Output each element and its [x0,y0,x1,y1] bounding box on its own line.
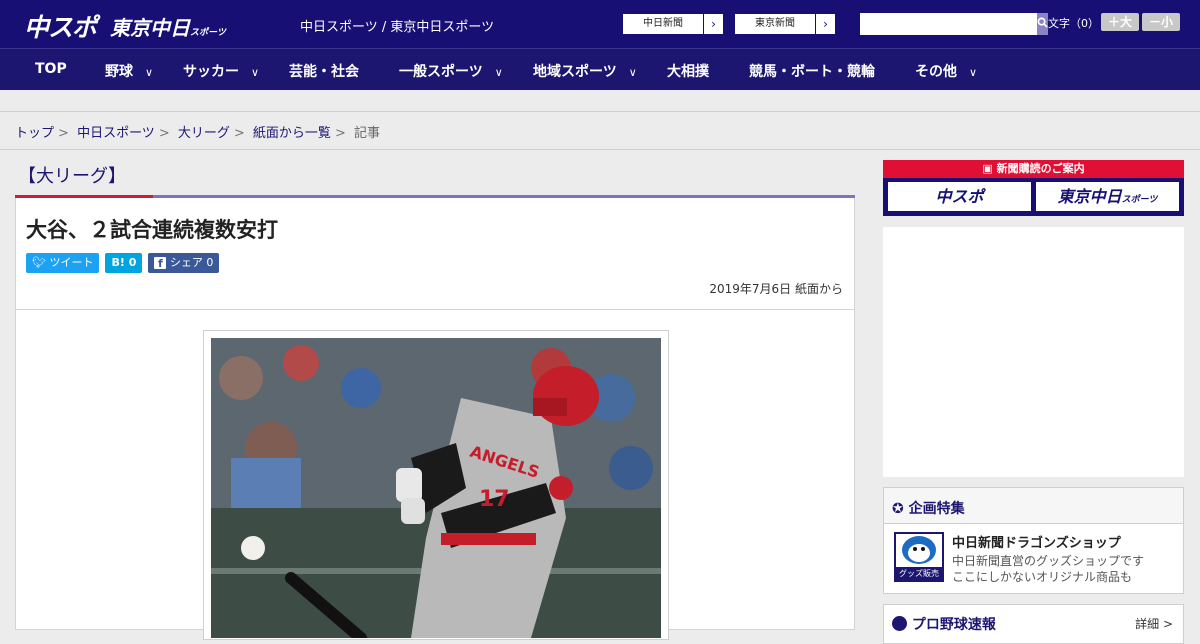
nav-label: 芸能・社会 [289,64,359,80]
edition-label: 中日新聞 [643,18,683,29]
feature-item-desc-1: 中日新聞直営のグッズショップです [952,554,1145,568]
search-input[interactable] [860,13,1037,35]
article-photo-frame: ANGELS 17 [203,330,669,640]
subscription-banner-title: ▣ 新聞購読のご案内 [883,160,1184,178]
chevron-right-icon: › [703,14,723,34]
spacer-band [0,90,1200,112]
nav-label: 野球 [105,64,133,80]
subscription-banner-text: 新聞購読のご案内 [996,162,1085,175]
tokyo-chunichi-logo[interactable]: 東京中日スポーツ [110,12,226,41]
score-detail-link[interactable]: 詳細 > [1135,615,1173,632]
feature-item-title: 中日新聞ドラゴンズショップ [952,536,1121,551]
breadcrumb: トップ > 中日スポーツ > 大リーグ > 紙面から一覧 > 記事 [0,112,1200,150]
nav-item-others[interactable]: その他 ∨ [915,61,977,81]
font-size-label: 文字（0） [1048,17,1099,30]
article-photo[interactable]: ANGELS 17 [211,338,661,638]
feature-heading: ✪ 企画特集 [884,488,1183,524]
breadcrumb-link[interactable]: 紙面から一覧 [253,126,331,141]
tokyo-shimbun-button[interactable]: 東京新聞 › [734,13,836,35]
feature-text: 中日新聞ドラゴンズショップ 中日新聞直営のグッズショップです ここにしかないオリ… [952,532,1144,585]
tokyo-logo-text: 東京中日 [110,16,190,40]
nav-item-general-sports[interactable]: 一般スポーツ ∨ [399,61,503,81]
nav-item-baseball[interactable]: 野球 ∨ [105,61,153,81]
feature-heading-text: 企画特集 [908,501,965,517]
feature-box: ✪ 企画特集 グッズ販売中 中日新聞ドラゴンズショップ 中日新聞直営のグッズショ… [883,487,1184,594]
facebook-share-label: シェア 0 [169,256,214,269]
batter-photo-illustration: ANGELS 17 [211,338,661,638]
feature-item-desc-2: ここにしかないオリジナル商品も [952,570,1133,584]
breadcrumb-link[interactable]: トップ [15,126,54,141]
thumbnail-caption: グッズ販売中 [896,567,942,591]
breadcrumb-separator: > [158,126,170,141]
chevron-down-icon: ∨ [494,66,503,79]
hatena-bookmark-button[interactable]: B! 0 [105,253,143,273]
dragons-shop-thumbnail: グッズ販売中 [894,532,944,591]
search-box [860,13,1048,35]
nav-item-sumo[interactable]: 大相撲 [667,61,709,81]
facebook-icon: f [154,257,167,270]
tokyo-logo-small: スポーツ [190,28,226,38]
header-bar: 中スポ 東京中日スポーツ 中日スポーツ / 東京中日スポーツ 中日新聞 › 東京… [0,0,1200,48]
chevron-down-icon: ∨ [251,66,260,79]
category-heading: 【大リーグ】 [15,150,855,198]
subscribe-tokyo-label: 東京中日 [1057,187,1122,206]
mascot-icon [902,536,936,564]
score-heading: プロ野球速報 [911,617,996,633]
share-buttons: 🐦︎ ツイート B! 0 f シェア 0 [26,253,844,273]
ribbon-icon: ✪ [892,501,904,517]
breadcrumb-link[interactable]: 中日スポーツ [77,126,155,141]
breadcrumb-separator: > [58,126,69,141]
chevron-down-icon: ∨ [628,66,637,79]
search-button[interactable] [1037,13,1048,35]
article-header-card: 大谷、２試合連続複数安打 🐦︎ ツイート B! 0 f シェア 0 2019年7… [15,198,855,310]
article-headline: 大谷、２試合連続複数安打 [26,218,278,242]
subscribe-tokyo-small: スポーツ [1121,195,1158,205]
chunichi-shimbun-button[interactable]: 中日新聞 › [622,13,724,35]
site-title[interactable]: 中日スポーツ / 東京中日スポーツ [300,16,494,35]
twitter-icon: 🐦︎ [32,256,50,269]
nav-item-soccer[interactable]: サッカー ∨ [183,61,259,81]
chevron-down-icon: ∨ [969,66,978,79]
tweet-button[interactable]: 🐦︎ ツイート [26,253,100,273]
advertisement-slot[interactable] [883,227,1184,477]
main-nav: TOP 野球 ∨ サッカー ∨ 芸能・社会 一般スポーツ ∨ 地域スポーツ ∨ 大相撲 … [0,48,1200,90]
nav-label: 競馬・ボート・競輪 [749,64,875,80]
nav-label: 大相撲 [667,64,709,80]
article-body: ANGELS 17 [15,310,855,640]
chevron-right-icon: › [815,14,835,34]
chevron-down-icon: ∨ [145,66,154,79]
breadcrumb-current: 記事 [353,126,380,141]
subscribe-chuspo-button[interactable]: 中スポ [888,182,1031,211]
subscribe-tokyo-chunichi-button[interactable]: 東京中日スポーツ [1036,182,1179,211]
search-icon [1037,17,1048,28]
article-date: 2019年7月6日 紙面から [709,282,843,296]
nav-item-entertainment[interactable]: 芸能・社会 [289,61,359,81]
nav-item-top[interactable]: TOP [35,61,67,77]
breadcrumb-link[interactable]: 大リーグ [178,126,230,141]
nav-label: 地域スポーツ [533,64,617,80]
baseball-icon [892,616,907,631]
subscription-banner[interactable]: ▣ 新聞購読のご案内 中スポ 東京中日スポーツ [883,160,1184,216]
font-larger-button[interactable]: ＋大 [1101,13,1139,31]
tweet-label: ツイート [49,256,94,269]
nav-label: TOP [35,61,67,77]
nav-label: サッカー [183,64,239,80]
sidebar: ▣ 新聞購読のご案内 中スポ 東京中日スポーツ ✪ 企画特集 グッズ販売中 中日… [883,160,1184,644]
nav-item-local-sports[interactable]: 地域スポーツ ∨ [533,61,637,81]
chuspo-logo[interactable]: 中スポ [24,8,97,44]
nav-item-racing[interactable]: 競馬・ボート・競輪 [749,61,875,81]
facebook-share-button[interactable]: f シェア 0 [148,253,220,273]
feature-item[interactable]: グッズ販売中 中日新聞ドラゴンズショップ 中日新聞直営のグッズショップです ここ… [884,524,1183,593]
baseball-score-box: プロ野球速報 詳細 > [883,604,1184,644]
newspaper-icon: ▣ [982,162,997,175]
jersey-number: 17 [479,487,510,512]
nav-label: その他 [915,64,957,80]
edition-label: 東京新聞 [755,18,795,29]
breadcrumb-separator: > [334,126,346,141]
nav-label: 一般スポーツ [399,64,483,80]
breadcrumb-separator: > [233,126,245,141]
font-smaller-button[interactable]: －小 [1142,13,1180,31]
article-column: 【大リーグ】 大谷、２試合連続複数安打 🐦︎ ツイート B! 0 f シェア 0… [15,150,855,640]
